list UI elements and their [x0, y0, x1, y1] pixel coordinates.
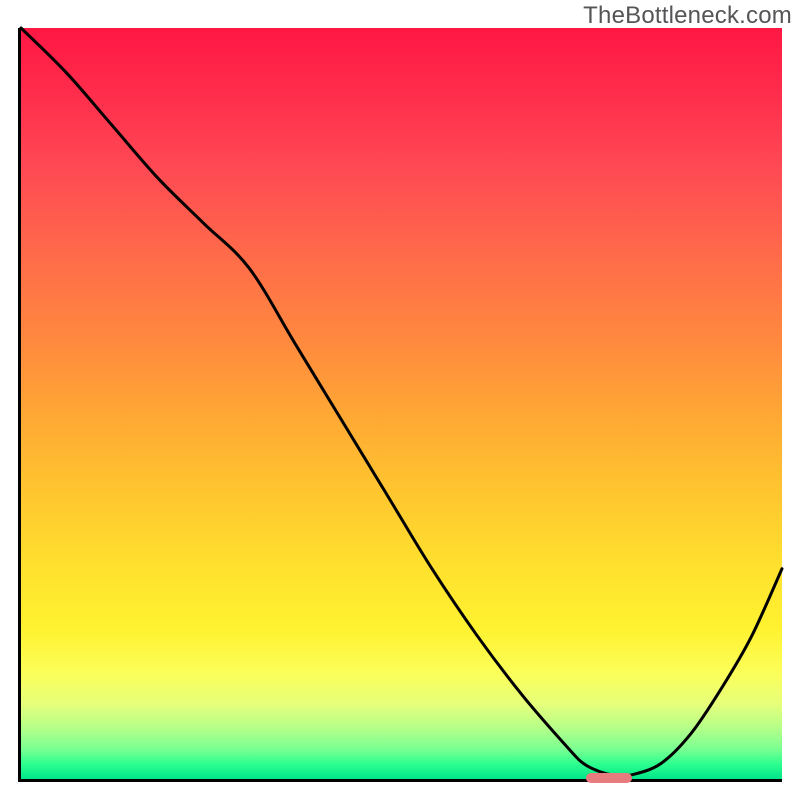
chart-container: TheBottleneck.com: [0, 0, 800, 800]
chart-curve-svg: [21, 28, 782, 779]
watermark-text: TheBottleneck.com: [583, 2, 792, 30]
optimum-marker: [586, 773, 632, 783]
chart-curve: [21, 28, 782, 776]
plot-area: [18, 28, 782, 782]
